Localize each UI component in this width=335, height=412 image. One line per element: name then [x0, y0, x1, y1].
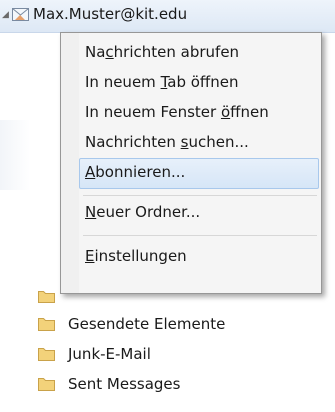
menu-separator — [83, 195, 317, 196]
folder-row-sent-messages[interactable]: Sent Messages — [30, 370, 320, 400]
thunderbird-folder-pane: ◢ Max.Muster@kit.edu Gesendete Elemente … — [0, 0, 335, 412]
folder-row-sent-items[interactable]: Gesendete Elemente — [30, 310, 320, 340]
folder-icon — [38, 348, 55, 361]
folder-row-junk[interactable]: Junk-E-Mail — [30, 340, 320, 370]
menu-item-label: Einstellungen — [85, 247, 187, 265]
menu-item-label: In neuem Fenster öffnen — [85, 103, 269, 121]
menu-item-settings[interactable]: Einstellungen — [79, 243, 319, 273]
menu-item-get-messages[interactable]: Nachrichten abrufen — [79, 39, 319, 69]
folder-label: Gesendete Elemente — [68, 315, 226, 333]
menu-item-subscribe[interactable]: Abonnieren... — [79, 158, 319, 189]
menu-item-search-messages[interactable]: Nachrichten suchen... — [79, 129, 319, 159]
folder-label: Junk-E-Mail — [68, 345, 151, 363]
folder-icon — [38, 378, 55, 391]
background-shadow — [0, 120, 30, 190]
menu-item-label: In neuem Tab öffnen — [85, 73, 239, 91]
menu-item-label: Neuer Ordner... — [85, 203, 201, 221]
folder-label: Sent Messages — [68, 375, 181, 393]
menu-item-open-new-tab[interactable]: In neuem Tab öffnen — [79, 69, 319, 99]
menu-item-label: Abonnieren... — [85, 163, 186, 181]
context-menu: Nachrichten abrufen In neuem Tab öffnen … — [60, 32, 322, 294]
account-row[interactable]: ◢ Max.Muster@kit.edu — [0, 0, 335, 33]
menu-separator — [83, 235, 317, 236]
folder-icon — [38, 291, 55, 303]
menu-item-new-folder[interactable]: Neuer Ordner... — [79, 199, 319, 229]
email-account-icon — [12, 8, 29, 21]
collapse-arrow-icon[interactable]: ◢ — [2, 10, 9, 20]
account-name: Max.Muster@kit.edu — [33, 5, 188, 23]
menu-icon-gutter — [61, 33, 79, 293]
folder-icon — [38, 318, 55, 331]
menu-item-label: Nachrichten abrufen — [85, 43, 240, 61]
menu-item-open-new-window[interactable]: In neuem Fenster öffnen — [79, 99, 319, 129]
menu-item-label: Nachrichten suchen... — [85, 133, 249, 151]
